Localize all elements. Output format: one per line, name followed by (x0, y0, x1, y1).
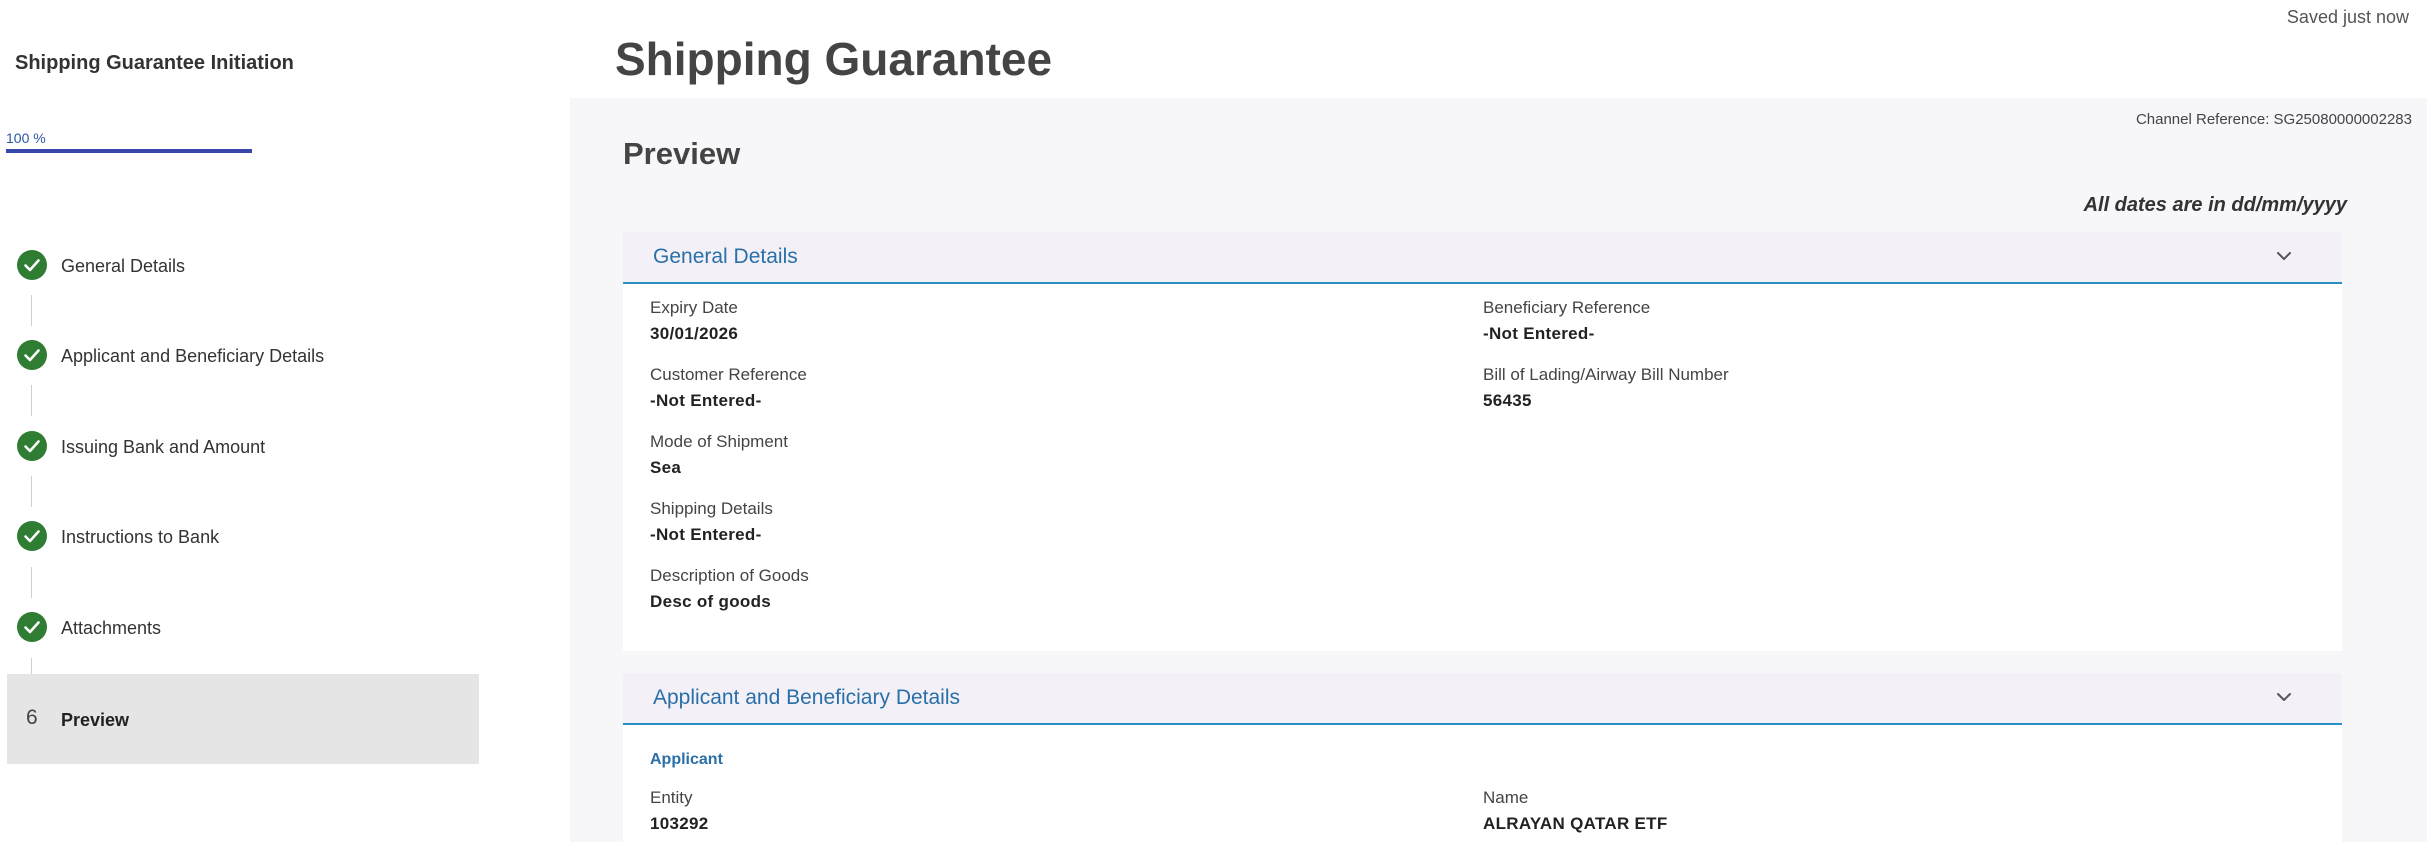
step-general-details[interactable]: General Details (0, 220, 480, 310)
chevron-down-icon[interactable] (2274, 246, 2294, 266)
sidebar-title: Shipping Guarantee Initiation (15, 52, 294, 74)
field-label: Expiry Date (650, 298, 738, 317)
step-label: Instructions to Bank (61, 527, 220, 547)
section-header-applicant-beneficiary[interactable]: Applicant and Beneficiary Details (623, 673, 2342, 725)
field-label: Beneficiary Reference (1483, 298, 1651, 317)
progress-label: 100 % (6, 130, 46, 146)
field-value: 56435 (1483, 391, 1532, 410)
field-beneficiary-reference: Beneficiary Reference -Not Entered- (1483, 298, 1650, 344)
step-label: Preview (61, 710, 130, 730)
page-title: Shipping Guarantee (615, 33, 1053, 85)
field-customer-reference: Customer Reference -Not Entered- (650, 365, 807, 411)
section-title: General Details (653, 245, 798, 268)
field-label: Description of Goods (650, 566, 809, 585)
field-expiry-date: Expiry Date 30/01/2026 (650, 298, 738, 344)
step-issuing-bank-amount[interactable]: Issuing Bank and Amount (0, 401, 480, 491)
field-value: 30/01/2026 (650, 324, 739, 343)
step-applicant-beneficiary[interactable]: Applicant and Beneficiary Details (0, 310, 480, 400)
step-preview[interactable]: 6 Preview (7, 674, 479, 764)
field-label: Shipping Details (650, 499, 773, 518)
field-label: Entity (650, 788, 693, 807)
field-label: Bill of Lading/Airway Bill Number (1483, 365, 1729, 384)
chevron-down-icon[interactable] (2274, 687, 2294, 707)
progress-bar (6, 149, 252, 153)
field-value: Desc of goods (650, 592, 772, 611)
check-circle-icon (17, 431, 47, 461)
step-attachments[interactable]: Attachments (0, 582, 480, 672)
step-label: Issuing Bank and Amount (61, 437, 266, 457)
section-applicant-beneficiary: Applicant and Beneficiary Details Applic… (623, 673, 2342, 842)
step-number: 6 (26, 706, 38, 729)
field-label: Mode of Shipment (650, 432, 788, 451)
field-label: Customer Reference (650, 365, 807, 384)
applicant-subheading: Applicant (650, 751, 723, 768)
check-circle-icon (17, 612, 47, 642)
section-general-details: General Details Expiry Date 30/01/2026 B… (623, 232, 2342, 651)
field-description-of-goods: Description of Goods Desc of goods (650, 566, 809, 612)
step-label: General Details (61, 256, 186, 276)
preview-title: Preview (623, 136, 741, 171)
section-title: Applicant and Beneficiary Details (653, 686, 961, 709)
wizard-sidebar: Shipping Guarantee Initiation 100 % Gene… (0, 0, 480, 842)
field-value: -Not Entered- (650, 391, 762, 410)
date-format-note: All dates are in dd/mm/yyyy (2083, 194, 2347, 216)
field-shipping-details: Shipping Details -Not Entered- (650, 499, 773, 545)
channel-reference: Channel Reference: SG25080000002283 (2135, 111, 2412, 128)
field-name: Name ALRAYAN QATAR ETF (1483, 788, 1668, 834)
field-value: Sea (650, 458, 682, 477)
field-mode-of-shipment: Mode of Shipment Sea (650, 432, 788, 478)
field-value: ALRAYAN QATAR ETF (1483, 814, 1668, 833)
step-instructions-to-bank[interactable]: Instructions to Bank (0, 491, 480, 581)
saved-status: Saved just now (2286, 7, 2409, 27)
check-circle-icon (17, 521, 47, 551)
step-label: Attachments (61, 618, 162, 638)
step-label: Applicant and Beneficiary Details (61, 346, 325, 366)
section-header-general-details[interactable]: General Details (623, 232, 2342, 284)
field-value: -Not Entered- (1483, 324, 1595, 343)
field-entity: Entity 103292 (650, 788, 709, 834)
preview-panel: Channel Reference: SG25080000002283 Prev… (570, 98, 2427, 842)
check-circle-icon (17, 340, 47, 370)
field-value: 103292 (650, 814, 709, 833)
field-bill-of-lading: Bill of Lading/Airway Bill Number 56435 (1483, 365, 1729, 411)
progress-bar-fill (6, 149, 252, 153)
field-value: -Not Entered- (650, 525, 762, 544)
field-label: Name (1483, 788, 1529, 807)
check-circle-icon (17, 250, 47, 280)
